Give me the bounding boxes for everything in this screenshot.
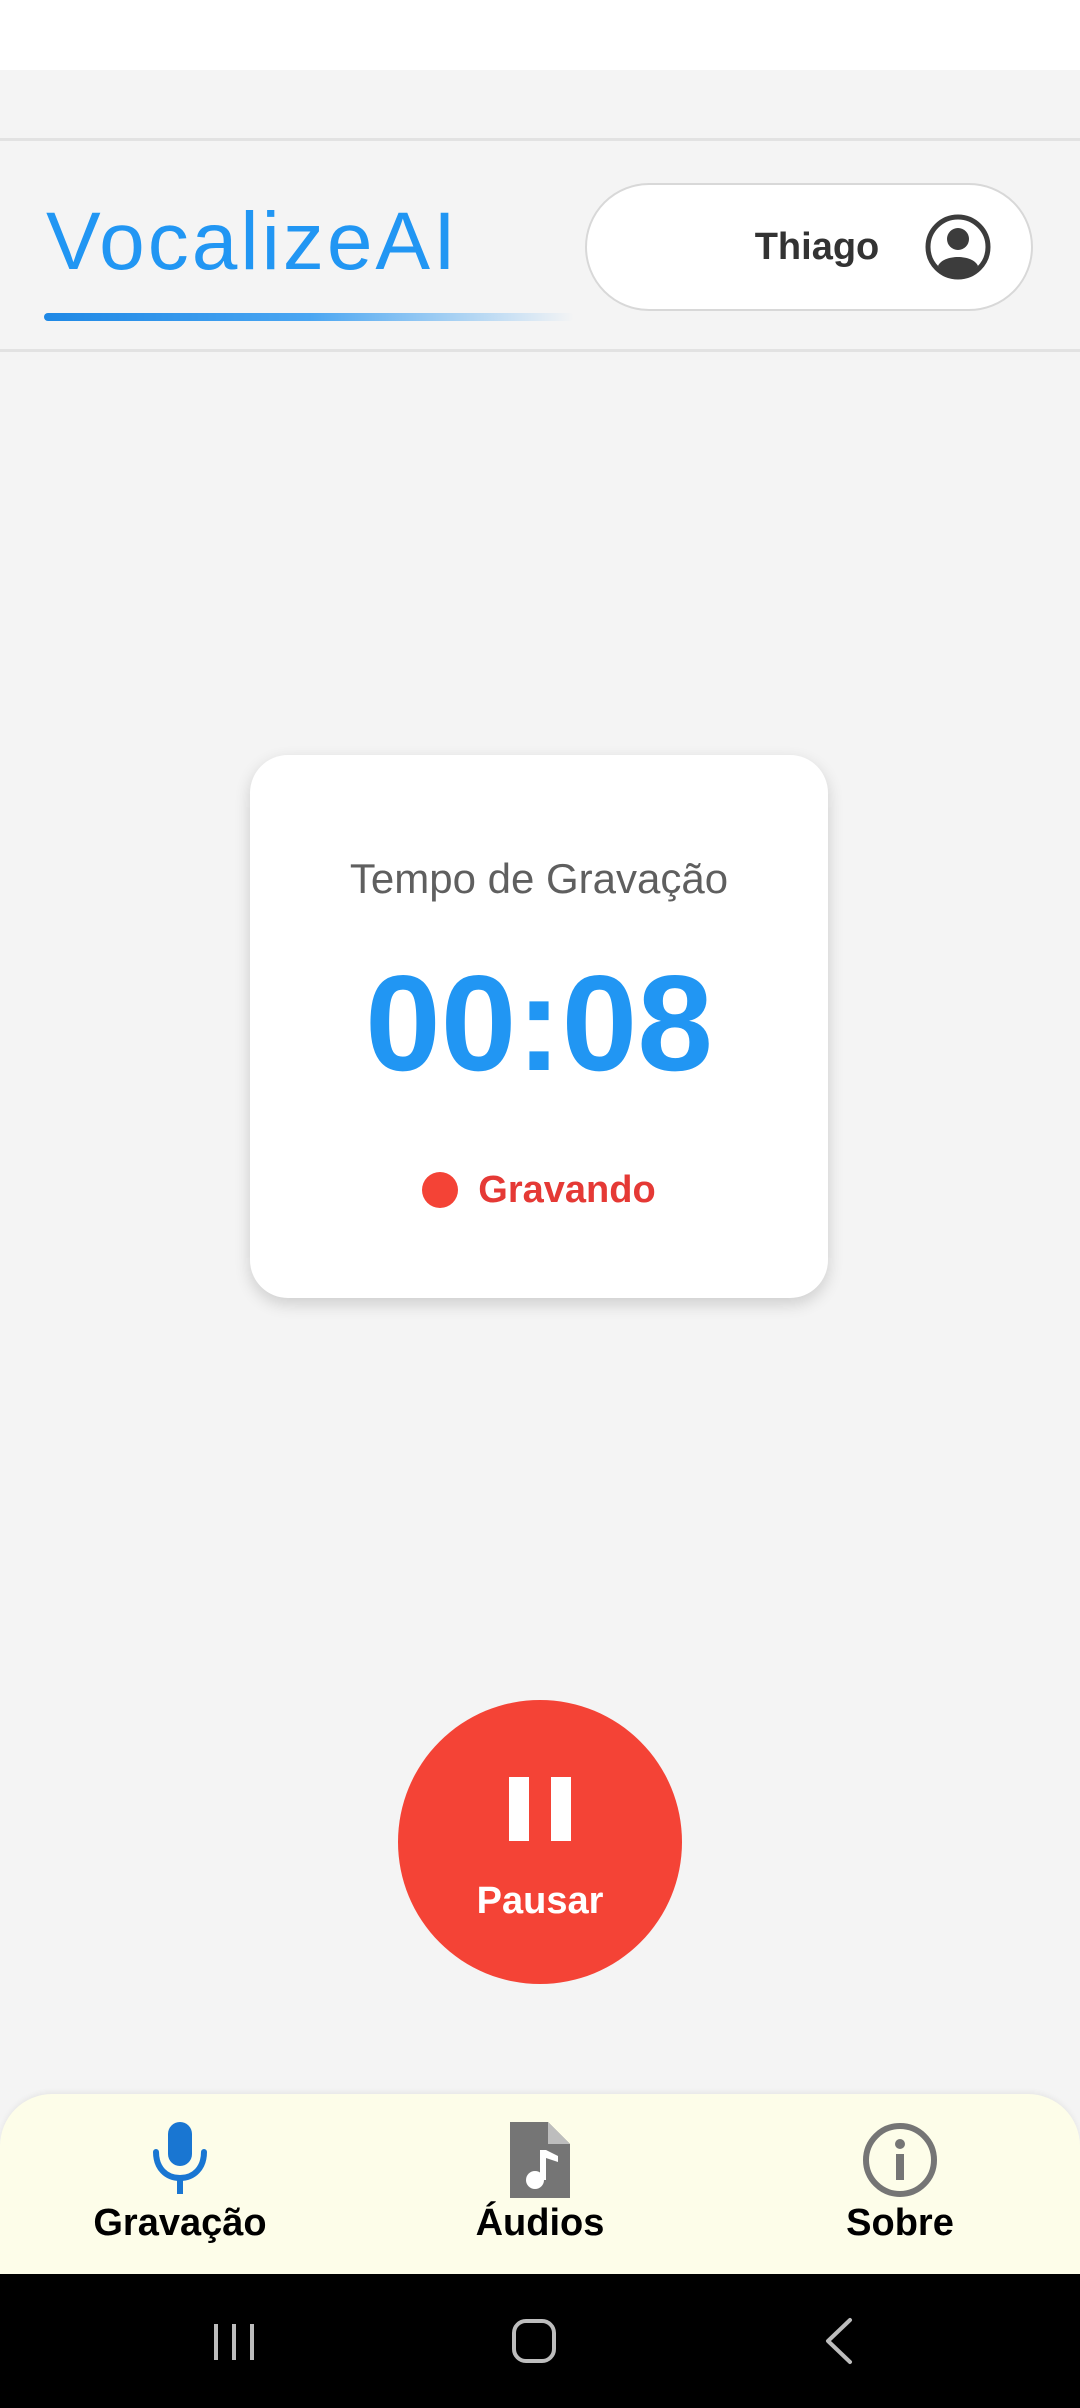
recent-apps-icon[interactable]	[194, 2274, 274, 2408]
nav-label-audios: Áudios	[475, 2202, 605, 2244]
pause-label: Pausar	[476, 1880, 604, 1922]
logo-underline	[44, 313, 574, 321]
user-name: Thiago	[754, 226, 880, 268]
nav-item-gravacao[interactable]: Gravação	[0, 2094, 360, 2274]
audio-file-icon	[510, 2122, 570, 2198]
recording-status: Gravando	[250, 1160, 828, 1220]
home-icon[interactable]	[494, 2274, 574, 2408]
user-circle-icon	[925, 214, 991, 280]
info-icon	[863, 2123, 937, 2197]
system-navigation-bar	[0, 2274, 1080, 2408]
recording-status-text: Gravando	[478, 1168, 656, 1211]
app-logo: VocalizeAI	[46, 196, 459, 287]
pause-button[interactable]: Pausar	[398, 1700, 682, 1984]
nav-label-sobre: Sobre	[846, 2202, 954, 2244]
back-icon[interactable]	[798, 2274, 878, 2408]
recording-timer-card: Tempo de Gravação 00:08 Gravando	[250, 755, 828, 1298]
recording-dot-icon	[422, 1172, 459, 1208]
bottom-navigation: Gravação Áudios Sobre	[0, 2094, 1080, 2274]
user-profile-button[interactable]: Thiago	[585, 183, 1033, 311]
microphone-icon	[153, 2122, 207, 2194]
timer-value: 00:08	[365, 947, 713, 1099]
nav-label-gravacao: Gravação	[93, 2202, 267, 2244]
status-bar	[0, 0, 1080, 70]
nav-item-sobre[interactable]: Sobre	[720, 2094, 1080, 2274]
nav-item-audios[interactable]: Áudios	[360, 2094, 720, 2274]
timer-label: Tempo de Gravação	[349, 855, 729, 902]
pause-icon	[509, 1777, 571, 1841]
app-header: VocalizeAI Thiago	[0, 138, 1080, 352]
